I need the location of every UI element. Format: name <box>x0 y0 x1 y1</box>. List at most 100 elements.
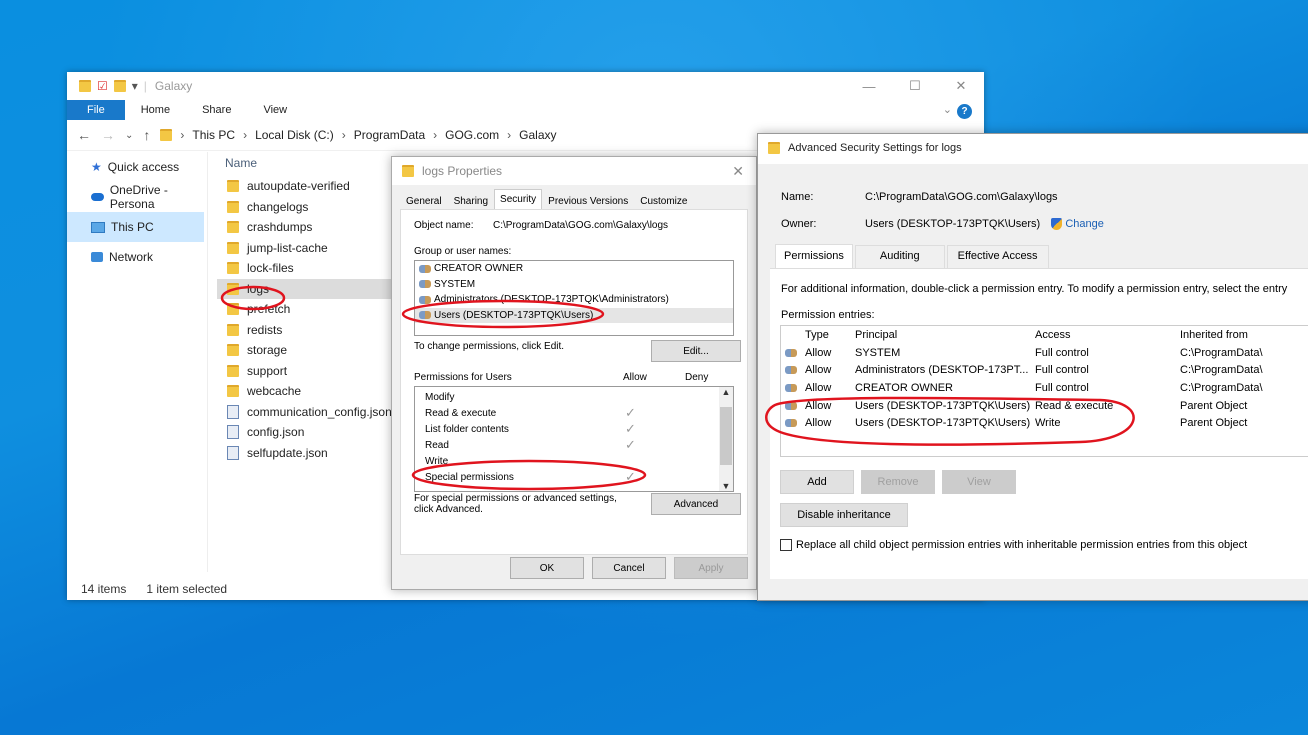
cell-type: Allow <box>805 364 832 377</box>
folder-icon <box>227 262 239 275</box>
edit-button[interactable]: Edit... <box>651 340 741 362</box>
file-name: jump-list-cache <box>247 240 328 255</box>
sidebar-item-network[interactable]: Network <box>67 242 207 272</box>
window-titlebar: Advanced Security Settings for logs <box>758 134 1308 162</box>
recent-locations-icon[interactable]: ⌄ <box>125 130 133 141</box>
breadcrumb-galaxy[interactable]: Galaxy <box>519 128 556 142</box>
folder-icon <box>160 129 173 141</box>
header-principal[interactable]: Principal <box>855 329 897 341</box>
advanced-button[interactable]: Advanced <box>651 493 741 515</box>
list-item[interactable]: SYSTEM <box>415 277 733 293</box>
ok-button[interactable]: OK <box>510 557 584 579</box>
cell-type: Allow <box>805 381 832 394</box>
new-folder-icon[interactable] <box>113 80 126 92</box>
list-item[interactable]: autoupdate-verified <box>217 176 407 197</box>
permissions-for-label: Permissions for Users <box>414 372 512 383</box>
cell-inherited: C:\ProgramData\ <box>1180 346 1263 359</box>
table-row[interactable]: Allow SYSTEM Full control C:\ProgramData\ <box>781 344 1308 362</box>
view-button[interactable]: View <box>942 470 1016 494</box>
list-item[interactable]: lock-files <box>217 258 407 279</box>
breadcrumb-separator: › <box>433 128 438 142</box>
scrollbar[interactable]: ▲ ▼ <box>719 387 733 491</box>
breadcrumb-local-disk[interactable]: Local Disk (C:) <box>255 128 334 142</box>
breadcrumb[interactable]: › This PC › Local Disk (C:) › ProgramDat… <box>160 128 557 142</box>
advanced-body: Name: C:\ProgramData\GOG.com\Galaxy\logs… <box>758 164 1308 600</box>
folder-icon <box>227 241 239 254</box>
file-name: support <box>247 363 288 378</box>
object-name-label: Object name: <box>414 220 474 231</box>
scroll-up-icon[interactable]: ▲ <box>719 387 733 397</box>
sidebar-item-label: Quick access <box>107 160 180 174</box>
tab-auditing[interactable]: Auditing <box>854 245 945 269</box>
list-item[interactable]: Administrators (DESKTOP-173PTQK\Administ… <box>415 292 733 308</box>
cell-access: Read & execute <box>1035 399 1114 412</box>
add-button[interactable]: Add <box>780 470 854 494</box>
file-name: storage <box>247 343 288 358</box>
tab-effective-access[interactable]: Effective Access <box>946 245 1049 269</box>
apply-button[interactable]: Apply <box>674 557 748 579</box>
list-item[interactable]: support <box>217 361 407 382</box>
expand-ribbon-icon[interactable]: ⌄ <box>943 103 952 116</box>
remove-button[interactable]: Remove <box>861 470 935 494</box>
breadcrumb-gog[interactable]: GOG.com <box>445 128 499 142</box>
quick-access-toolbar: ☑ ▾ <box>79 79 138 93</box>
cancel-button[interactable]: Cancel <box>592 557 666 579</box>
list-item[interactable]: Users (DESKTOP-173PTQK\Users) <box>415 307 733 323</box>
maximize-button[interactable]: ☐ <box>892 72 938 100</box>
close-button[interactable]: ✕ <box>732 163 744 180</box>
sidebar-item-quick-access[interactable]: ★ Quick access <box>67 152 207 182</box>
folder-icon <box>227 385 239 398</box>
replace-child-checkbox[interactable] <box>780 539 792 552</box>
list-item[interactable]: communication_config.json <box>217 402 407 423</box>
list-item[interactable]: config.json <box>217 422 407 443</box>
table-row[interactable]: Allow CREATOR OWNER Full control C:\Program… <box>781 379 1308 397</box>
change-owner-link[interactable]: Change <box>1065 218 1104 230</box>
breadcrumb-this-pc[interactable]: This PC <box>192 128 235 142</box>
table-row[interactable]: Allow Administrators (DESKTOP-173PT... Ful… <box>781 361 1308 379</box>
help-icon[interactable]: ? <box>957 104 972 119</box>
sidebar-item-this-pc[interactable]: This PC <box>67 212 204 242</box>
list-item[interactable]: logs <box>217 278 397 299</box>
file-name: communication_config.json <box>247 404 392 419</box>
folder-icon <box>227 221 239 234</box>
list-item[interactable]: jump-list-cache <box>217 238 407 259</box>
tab-permissions[interactable]: Permissions <box>775 244 853 269</box>
table-row[interactable]: Allow Users (DESKTOP-173PTQK\Users) Read &… <box>781 397 1308 415</box>
close-button[interactable]: ✕ <box>938 72 984 100</box>
scroll-thumb[interactable] <box>720 407 732 465</box>
header-inherited-from[interactable]: Inherited from <box>1180 329 1248 341</box>
up-arrow-icon[interactable]: ↑ <box>143 127 150 143</box>
list-item[interactable]: CREATOR OWNER <box>415 261 733 277</box>
minimize-button[interactable]: — <box>846 72 892 100</box>
list-item[interactable]: selfupdate.json <box>217 443 407 464</box>
info-text: For additional information, double-click… <box>781 283 1288 295</box>
list-item[interactable]: crashdumps <box>217 217 407 238</box>
cell-access: Full control <box>1035 364 1089 377</box>
tab-share[interactable]: Share <box>186 100 247 120</box>
list-item[interactable]: changelogs <box>217 197 407 218</box>
column-header-name[interactable]: Name <box>217 156 407 176</box>
file-name: prefetch <box>247 302 291 317</box>
sidebar-item-onedrive[interactable]: OneDrive - Persona <box>67 182 207 212</box>
tab-view[interactable]: View <box>247 100 303 120</box>
list-item[interactable]: storage <box>217 340 407 361</box>
tab-home[interactable]: Home <box>125 100 186 120</box>
tab-file[interactable]: File <box>67 100 125 120</box>
header-access[interactable]: Access <box>1035 329 1070 341</box>
replace-child-checkbox-row[interactable]: Replace all child object permission entr… <box>780 539 1247 552</box>
window-title: Advanced Security Settings for logs <box>788 142 962 154</box>
title-divider: | <box>143 79 147 93</box>
breadcrumb-programdata[interactable]: ProgramData <box>354 128 425 142</box>
forward-arrow-icon[interactable]: → <box>101 127 115 143</box>
table-row[interactable]: Allow Users (DESKTOP-173PTQK\Users) Write P… <box>781 414 1308 432</box>
header-type[interactable]: Type <box>805 329 829 341</box>
properties-icon[interactable]: ☑ <box>97 79 108 93</box>
list-item[interactable]: redists <box>217 320 407 341</box>
list-item[interactable]: webcache <box>217 381 407 402</box>
chevron-down-icon[interactable]: ▾ <box>132 79 138 93</box>
scroll-down-icon[interactable]: ▼ <box>719 481 733 491</box>
back-arrow-icon[interactable]: ← <box>77 127 91 143</box>
list-item[interactable]: prefetch <box>217 299 407 320</box>
disable-inheritance-button[interactable]: Disable inheritance <box>780 503 908 527</box>
file-name: selfupdate.json <box>247 445 328 460</box>
